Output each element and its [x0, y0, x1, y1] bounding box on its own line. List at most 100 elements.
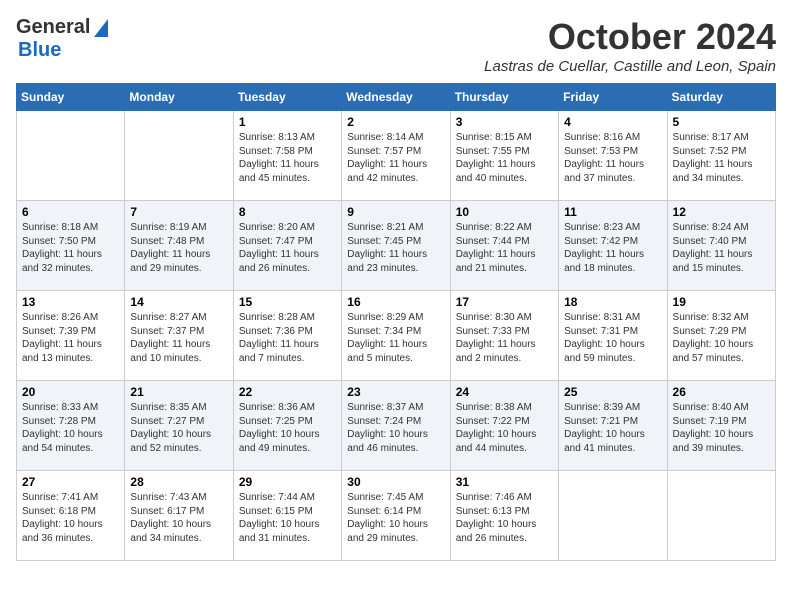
logo-general: General — [16, 16, 90, 39]
logo: General Blue — [16, 16, 108, 62]
day-detail: Sunrise: 7:43 AM Sunset: 6:17 PM Dayligh… — [130, 491, 227, 545]
weekday-header-row: SundayMondayTuesdayWednesdayThursdayFrid… — [17, 84, 776, 111]
day-number: 6 — [22, 205, 119, 219]
day-detail: Sunrise: 8:23 AM Sunset: 7:42 PM Dayligh… — [564, 221, 661, 275]
day-detail: Sunrise: 8:16 AM Sunset: 7:53 PM Dayligh… — [564, 131, 661, 185]
calendar-cell: 30Sunrise: 7:45 AM Sunset: 6:14 PM Dayli… — [342, 471, 450, 561]
day-number: 27 — [22, 475, 119, 489]
calendar-cell: 2 Sunrise: 8:14 AM Sunset: 7:57 PM Daylig… — [342, 111, 450, 201]
day-number: 30 — [347, 475, 444, 489]
calendar-cell — [667, 471, 775, 561]
calendar-cell: 6 Sunrise: 8:18 AM Sunset: 7:50 PM Daylig… — [17, 201, 125, 291]
calendar-cell: 27 Sunrise: 7:41 AM Sunset: 6:18 PM Dayli… — [17, 471, 125, 561]
day-number: 2 — [347, 115, 444, 129]
day-detail: Sunrise: 8:30 AM Sunset: 7:33 PM Dayligh… — [456, 311, 553, 365]
day-number: 7 — [130, 205, 227, 219]
day-number: 8 — [239, 205, 336, 219]
day-detail: Sunrise: 8:15 AM Sunset: 7:55 PM Dayligh… — [456, 131, 553, 185]
calendar-cell: 7 Sunrise: 8:19 AM Sunset: 7:48 PM Daylig… — [125, 201, 233, 291]
day-number: 10 — [456, 205, 553, 219]
calendar-cell: 1 Sunrise: 8:13 AM Sunset: 7:58 PM Daylig… — [233, 111, 341, 201]
calendar-week-row: 20Sunrise: 8:33 AM Sunset: 7:28 PM Dayli… — [17, 381, 776, 471]
day-detail: Sunrise: 8:21 AM Sunset: 7:45 PM Dayligh… — [347, 221, 444, 275]
logo-triangle-icon — [94, 19, 108, 37]
weekday-header-thursday: Thursday — [450, 84, 558, 111]
calendar-cell: 9 Sunrise: 8:21 AM Sunset: 7:45 PM Daylig… — [342, 201, 450, 291]
day-detail: Sunrise: 8:17 AM Sunset: 7:52 PM Dayligh… — [673, 131, 770, 185]
day-detail: Sunrise: 8:37 AM Sunset: 7:24 PM Dayligh… — [347, 401, 444, 455]
calendar-cell: 3Sunrise: 8:15 AM Sunset: 7:55 PM Daylig… — [450, 111, 558, 201]
day-number: 1 — [239, 115, 336, 129]
calendar-cell: 5 Sunrise: 8:17 AM Sunset: 7:52 PM Daylig… — [667, 111, 775, 201]
weekday-header-saturday: Saturday — [667, 84, 775, 111]
calendar-table: SundayMondayTuesdayWednesdayThursdayFrid… — [16, 83, 776, 561]
weekday-header-tuesday: Tuesday — [233, 84, 341, 111]
day-number: 16 — [347, 295, 444, 309]
calendar-cell: 13 Sunrise: 8:26 AM Sunset: 7:39 PM Dayli… — [17, 291, 125, 381]
calendar-cell: 17Sunrise: 8:30 AM Sunset: 7:33 PM Dayli… — [450, 291, 558, 381]
day-detail: Sunrise: 8:20 AM Sunset: 7:47 PM Dayligh… — [239, 221, 336, 275]
day-number: 19 — [673, 295, 770, 309]
calendar-cell: 25 Sunrise: 8:39 AM Sunset: 7:21 PM Dayli… — [559, 381, 667, 471]
calendar-cell — [559, 471, 667, 561]
day-number: 5 — [673, 115, 770, 129]
calendar-cell: 29 Sunrise: 7:44 AM Sunset: 6:15 PM Dayli… — [233, 471, 341, 561]
day-number: 22 — [239, 385, 336, 399]
calendar-cell: 21Sunrise: 8:35 AM Sunset: 7:27 PM Dayli… — [125, 381, 233, 471]
day-number: 24 — [456, 385, 553, 399]
calendar-cell: 16 Sunrise: 8:29 AM Sunset: 7:34 PM Dayli… — [342, 291, 450, 381]
day-number: 26 — [673, 385, 770, 399]
calendar-cell: 12Sunrise: 8:24 AM Sunset: 7:40 PM Dayli… — [667, 201, 775, 291]
day-detail: Sunrise: 8:13 AM Sunset: 7:58 PM Dayligh… — [239, 131, 336, 185]
day-number: 11 — [564, 205, 661, 219]
day-detail: Sunrise: 8:19 AM Sunset: 7:48 PM Dayligh… — [130, 221, 227, 275]
calendar-cell: 19Sunrise: 8:32 AM Sunset: 7:29 PM Dayli… — [667, 291, 775, 381]
calendar-cell: 11 Sunrise: 8:23 AM Sunset: 7:42 PM Dayli… — [559, 201, 667, 291]
calendar-week-row: 27 Sunrise: 7:41 AM Sunset: 6:18 PM Dayli… — [17, 471, 776, 561]
weekday-header-monday: Monday — [125, 84, 233, 111]
day-number: 28 — [130, 475, 227, 489]
weekday-header-wednesday: Wednesday — [342, 84, 450, 111]
day-detail: Sunrise: 8:14 AM Sunset: 7:57 PM Dayligh… — [347, 131, 444, 185]
page-title: October 2024 — [484, 16, 776, 58]
calendar-cell: 18 Sunrise: 8:31 AM Sunset: 7:31 PM Dayli… — [559, 291, 667, 381]
day-detail: Sunrise: 8:38 AM Sunset: 7:22 PM Dayligh… — [456, 401, 553, 455]
calendar-cell: 28 Sunrise: 7:43 AM Sunset: 6:17 PM Dayli… — [125, 471, 233, 561]
day-detail: Sunrise: 8:29 AM Sunset: 7:34 PM Dayligh… — [347, 311, 444, 365]
logo-blue: Blue — [18, 39, 61, 62]
day-number: 23 — [347, 385, 444, 399]
calendar-week-row: 6 Sunrise: 8:18 AM Sunset: 7:50 PM Daylig… — [17, 201, 776, 291]
day-detail: Sunrise: 8:27 AM Sunset: 7:37 PM Dayligh… — [130, 311, 227, 365]
day-detail: Sunrise: 7:44 AM Sunset: 6:15 PM Dayligh… — [239, 491, 336, 545]
day-detail: Sunrise: 8:18 AM Sunset: 7:50 PM Dayligh… — [22, 221, 119, 275]
day-detail: Sunrise: 8:40 AM Sunset: 7:19 PM Dayligh… — [673, 401, 770, 455]
day-number: 18 — [564, 295, 661, 309]
calendar-week-row: 13 Sunrise: 8:26 AM Sunset: 7:39 PM Dayli… — [17, 291, 776, 381]
day-detail: Sunrise: 7:41 AM Sunset: 6:18 PM Dayligh… — [22, 491, 119, 545]
calendar-cell: 4 Sunrise: 8:16 AM Sunset: 7:53 PM Daylig… — [559, 111, 667, 201]
day-detail: Sunrise: 8:36 AM Sunset: 7:25 PM Dayligh… — [239, 401, 336, 455]
day-detail: Sunrise: 8:24 AM Sunset: 7:40 PM Dayligh… — [673, 221, 770, 275]
calendar-cell: 14 Sunrise: 8:27 AM Sunset: 7:37 PM Dayli… — [125, 291, 233, 381]
calendar-cell: 20Sunrise: 8:33 AM Sunset: 7:28 PM Dayli… — [17, 381, 125, 471]
calendar-cell: 15Sunrise: 8:28 AM Sunset: 7:36 PM Dayli… — [233, 291, 341, 381]
day-number: 9 — [347, 205, 444, 219]
day-detail: Sunrise: 8:39 AM Sunset: 7:21 PM Dayligh… — [564, 401, 661, 455]
day-number: 25 — [564, 385, 661, 399]
day-number: 4 — [564, 115, 661, 129]
calendar-cell — [17, 111, 125, 201]
day-number: 13 — [22, 295, 119, 309]
calendar-week-row: 1 Sunrise: 8:13 AM Sunset: 7:58 PM Daylig… — [17, 111, 776, 201]
day-detail: Sunrise: 7:46 AM Sunset: 6:13 PM Dayligh… — [456, 491, 553, 545]
title-area: October 2024 Lastras de Cuellar, Castill… — [484, 16, 776, 75]
day-number: 29 — [239, 475, 336, 489]
calendar-cell: 31Sunrise: 7:46 AM Sunset: 6:13 PM Dayli… — [450, 471, 558, 561]
day-number: 20 — [22, 385, 119, 399]
weekday-header-sunday: Sunday — [17, 84, 125, 111]
calendar-cell: 8 Sunrise: 8:20 AM Sunset: 7:47 PM Daylig… — [233, 201, 341, 291]
day-detail: Sunrise: 8:31 AM Sunset: 7:31 PM Dayligh… — [564, 311, 661, 365]
calendar-cell: 26 Sunrise: 8:40 AM Sunset: 7:19 PM Dayli… — [667, 381, 775, 471]
header: General Blue October 2024 Lastras de Cue… — [16, 16, 776, 75]
day-detail: Sunrise: 8:26 AM Sunset: 7:39 PM Dayligh… — [22, 311, 119, 365]
day-number: 14 — [130, 295, 227, 309]
